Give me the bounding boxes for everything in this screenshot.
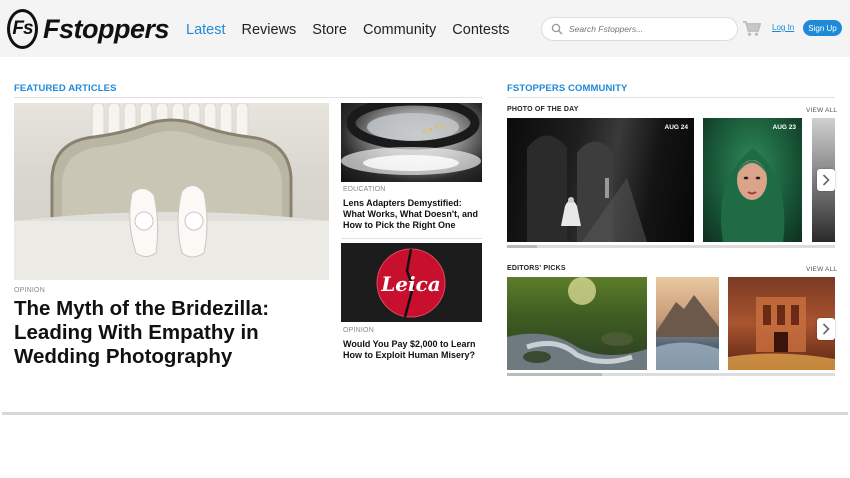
photo-of-day-view-all[interactable]: VIEW ALL xyxy=(806,107,837,114)
photo-of-day-scrollbar[interactable] xyxy=(507,245,835,248)
page-bottom-divider xyxy=(2,412,848,415)
logo-text: Fstoppers xyxy=(42,13,170,44)
featured-main-image[interactable] xyxy=(14,103,329,280)
logo-mark: Fs xyxy=(7,9,38,49)
chevron-right-icon xyxy=(822,323,830,335)
photo-of-day-scroll-thumb[interactable] xyxy=(507,245,537,248)
chevron-right-icon xyxy=(822,174,830,186)
community-title: FSTOPPERS COMMUNITY xyxy=(507,83,628,94)
logo[interactable]: Fs Fstoppers xyxy=(7,8,170,50)
main-nav: Latest Reviews Store Community Contests xyxy=(186,22,526,38)
featured-title: FEATURED ARTICLES xyxy=(14,83,117,94)
nav-community[interactable]: Community xyxy=(363,22,436,38)
nav-reviews[interactable]: Reviews xyxy=(242,22,297,38)
site-header: Fs Fstoppers Latest Reviews Store Commun… xyxy=(0,0,850,57)
featured-main-category: OPINION xyxy=(14,287,45,294)
community-divider xyxy=(507,97,835,98)
search-icon[interactable] xyxy=(545,18,569,40)
nav-contests[interactable]: Contests xyxy=(452,22,509,38)
photo-of-day-image-2[interactable]: AUG 23 xyxy=(703,118,802,242)
photo-of-day-date-2: AUG 23 xyxy=(772,124,796,131)
login-link[interactable]: Log In xyxy=(772,23,794,32)
editors-pick-image-1[interactable] xyxy=(507,277,647,370)
featured-divider xyxy=(14,97,482,98)
side-article-2-image[interactable]: Leica xyxy=(341,243,482,322)
nav-store[interactable]: Store xyxy=(312,22,347,38)
side-article-2-headline[interactable]: Would You Pay $2,000 to Learn How to Exp… xyxy=(343,339,483,361)
photo-of-day-next-arrow[interactable] xyxy=(817,169,835,191)
nav-latest[interactable]: Latest xyxy=(186,22,226,38)
featured-main-headline[interactable]: The Myth of the Bridezilla: Leading With… xyxy=(14,297,314,369)
editors-picks-label: EDITORS' PICKS xyxy=(507,265,566,272)
editors-picks-scrollbar[interactable] xyxy=(507,373,835,376)
editors-picks-next-arrow[interactable] xyxy=(817,318,835,340)
side-article-1-image[interactable] xyxy=(341,103,482,182)
editors-picks-view-all[interactable]: VIEW ALL xyxy=(806,266,837,273)
photo-of-day-date-1: AUG 24 xyxy=(664,124,688,131)
leica-logo-text: Leica xyxy=(380,272,441,296)
side-article-2-category: OPINION xyxy=(343,327,374,334)
photo-of-day-image-1[interactable]: AUG 24 xyxy=(507,118,694,242)
search-input[interactable] xyxy=(569,24,729,34)
search-box xyxy=(541,17,738,41)
cart-icon[interactable] xyxy=(742,20,762,37)
side-divider xyxy=(341,238,482,239)
editors-pick-image-2[interactable] xyxy=(656,277,719,370)
photo-of-day-label: PHOTO OF THE DAY xyxy=(507,106,579,113)
side-article-1-category: EDUCATION xyxy=(343,186,386,193)
editors-picks-scroll-thumb[interactable] xyxy=(507,373,602,376)
signup-button[interactable]: Sign Up xyxy=(803,20,842,36)
side-article-1-headline[interactable]: Lens Adapters Demystified: What Works, W… xyxy=(343,198,483,231)
